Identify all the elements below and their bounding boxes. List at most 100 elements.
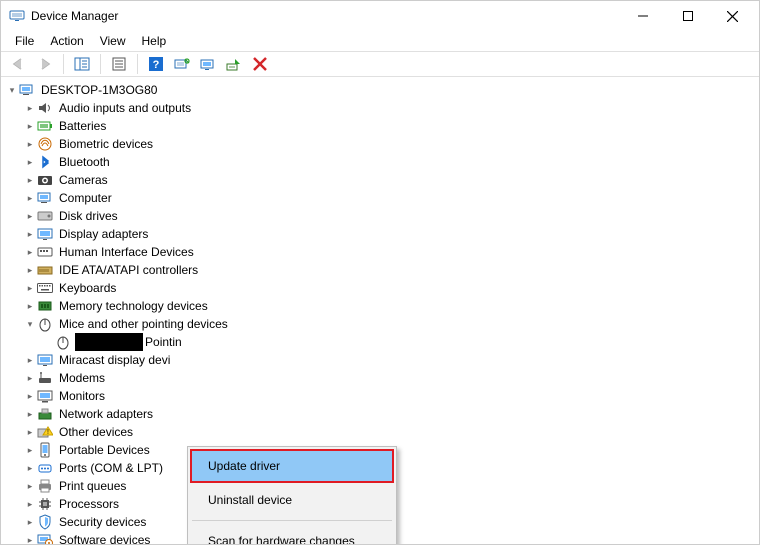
category-label[interactable]: Software devices	[57, 531, 152, 544]
chevron-down-icon[interactable]: ▾	[5, 83, 19, 97]
chevron-right-icon[interactable]: ▸	[23, 533, 37, 544]
tree-category[interactable]: ▸ IDE ATA/ATAPI controllers	[5, 261, 757, 279]
svg-text:?: ?	[153, 59, 160, 71]
chevron-right-icon[interactable]: ▸	[23, 299, 37, 313]
category-label[interactable]: IDE ATA/ATAPI controllers	[57, 261, 200, 279]
chevron-right-icon[interactable]: ▸	[23, 119, 37, 133]
category-label[interactable]: Network adapters	[57, 405, 155, 423]
maximize-button[interactable]	[665, 2, 710, 30]
category-label[interactable]: Cameras	[57, 171, 110, 189]
category-label[interactable]: Other devices	[57, 423, 135, 441]
tree-category[interactable]: ▸ Disk drives	[5, 207, 757, 225]
tree-category[interactable]: ▸ Keyboards	[5, 279, 757, 297]
chevron-right-icon[interactable]: ▸	[23, 281, 37, 295]
menu-item-uninstall[interactable]: Uninstall device	[190, 483, 394, 517]
menu-file[interactable]: File	[7, 32, 42, 50]
delete-button[interactable]	[248, 53, 272, 75]
category-label[interactable]: Biometric devices	[57, 135, 155, 153]
category-label[interactable]: Security devices	[57, 513, 148, 531]
chevron-right-icon[interactable]: ▸	[23, 353, 37, 367]
chevron-down-icon[interactable]: ▾	[23, 317, 37, 331]
forward-button[interactable]	[33, 53, 57, 75]
help-button[interactable]: ?	[144, 53, 168, 75]
chevron-right-icon[interactable]: ▸	[23, 461, 37, 475]
show-hide-tree-button[interactable]	[70, 53, 94, 75]
menu-item-update-driver[interactable]: Update driver	[190, 449, 394, 483]
tree-category[interactable]: ▸ Human Interface Devices	[5, 243, 757, 261]
menu-view[interactable]: View	[92, 32, 134, 50]
tree-category[interactable]: ▸ Display adapters	[5, 225, 757, 243]
category-label[interactable]: Monitors	[57, 387, 107, 405]
category-label[interactable]: Modems	[57, 369, 107, 387]
toolbar-separator	[63, 54, 64, 74]
tree-category[interactable]: ▸ Monitors	[5, 387, 757, 405]
category-label[interactable]: Print queues	[57, 477, 128, 495]
tree-category[interactable]: ▸ Biometric devices	[5, 135, 757, 153]
chevron-right-icon[interactable]: ▸	[23, 479, 37, 493]
device-label-suffix[interactable]: Pointin	[143, 333, 184, 351]
category-label[interactable]: Computer	[57, 189, 114, 207]
chevron-right-icon[interactable]: ▸	[23, 245, 37, 259]
chevron-right-icon[interactable]: ▸	[23, 101, 37, 115]
chevron-right-icon[interactable]: ▸	[23, 407, 37, 421]
chevron-right-icon[interactable]: ▸	[23, 191, 37, 205]
tree-device-selected[interactable]: ▸ Pointin	[5, 333, 757, 351]
toolbar: ?	[1, 51, 759, 77]
category-label[interactable]: Batteries	[57, 117, 108, 135]
menu-item-scan[interactable]: Scan for hardware changes	[190, 524, 394, 544]
tree-category-mice[interactable]: ▾ Mice and other pointing devices	[5, 315, 757, 333]
category-label[interactable]: Ports (COM & LPT)	[57, 459, 165, 477]
memory-icon	[37, 298, 53, 314]
tree-category[interactable]: ▸ Miracast display devi	[5, 351, 757, 369]
tree-category[interactable]: ▸ Network adapters	[5, 405, 757, 423]
close-button[interactable]	[710, 2, 755, 30]
chevron-right-icon[interactable]: ▸	[23, 515, 37, 529]
category-label[interactable]: Memory technology devices	[57, 297, 210, 315]
chevron-right-icon[interactable]: ▸	[23, 155, 37, 169]
category-label[interactable]: Miracast display devi	[57, 351, 172, 369]
tree-category[interactable]: ▸ Modems	[5, 369, 757, 387]
chevron-right-icon[interactable]: ▸	[23, 137, 37, 151]
tree-category[interactable]: ▸ Bluetooth	[5, 153, 757, 171]
scan-hardware-button[interactable]	[170, 53, 194, 75]
category-label[interactable]: Audio inputs and outputs	[57, 99, 193, 117]
software-icon	[37, 532, 53, 544]
tree-category[interactable]: ▸ Cameras	[5, 171, 757, 189]
category-label[interactable]: Portable Devices	[57, 441, 152, 459]
category-label[interactable]: Mice and other pointing devices	[57, 315, 230, 333]
menu-help[interactable]: Help	[134, 32, 175, 50]
category-label[interactable]: Display adapters	[57, 225, 150, 243]
category-label[interactable]: Processors	[57, 495, 121, 513]
chevron-right-icon[interactable]: ▸	[23, 209, 37, 223]
category-label[interactable]: Disk drives	[57, 207, 120, 225]
chevron-right-icon[interactable]: ▸	[23, 173, 37, 187]
bluetooth-icon	[37, 154, 53, 170]
chevron-right-icon[interactable]: ▸	[23, 263, 37, 277]
camera-icon	[37, 172, 53, 188]
category-label[interactable]: Bluetooth	[57, 153, 112, 171]
tree-category[interactable]: ▸ Audio inputs and outputs	[5, 99, 757, 117]
category-label[interactable]: Keyboards	[57, 279, 118, 297]
update-driver-button[interactable]	[196, 53, 220, 75]
device-label-redacted[interactable]	[75, 333, 143, 351]
minimize-button[interactable]	[620, 2, 665, 30]
uninstall-button[interactable]	[222, 53, 246, 75]
chevron-right-icon[interactable]: ▸	[23, 443, 37, 457]
menu-action[interactable]: Action	[42, 32, 91, 50]
chevron-right-icon[interactable]: ▸	[23, 227, 37, 241]
chevron-right-icon[interactable]: ▸	[23, 425, 37, 439]
chevron-right-icon[interactable]: ▸	[23, 371, 37, 385]
tree-category[interactable]: ▸!Other devices	[5, 423, 757, 441]
chevron-right-icon[interactable]: ▸	[23, 497, 37, 511]
tree-category[interactable]: ▸ Memory technology devices	[5, 297, 757, 315]
properties-button[interactable]	[107, 53, 131, 75]
tree-root[interactable]: ▾ DESKTOP-1M3OG80	[5, 81, 757, 99]
computer-name[interactable]: DESKTOP-1M3OG80	[39, 81, 159, 99]
monitor-icon	[37, 388, 53, 404]
device-tree[interactable]: ▾ DESKTOP-1M3OG80 ▸ Audio inputs and outp…	[1, 77, 759, 544]
tree-category[interactable]: ▸ Computer	[5, 189, 757, 207]
chevron-right-icon[interactable]: ▸	[23, 389, 37, 403]
tree-category[interactable]: ▸ Batteries	[5, 117, 757, 135]
back-button[interactable]	[7, 53, 31, 75]
category-label[interactable]: Human Interface Devices	[57, 243, 196, 261]
